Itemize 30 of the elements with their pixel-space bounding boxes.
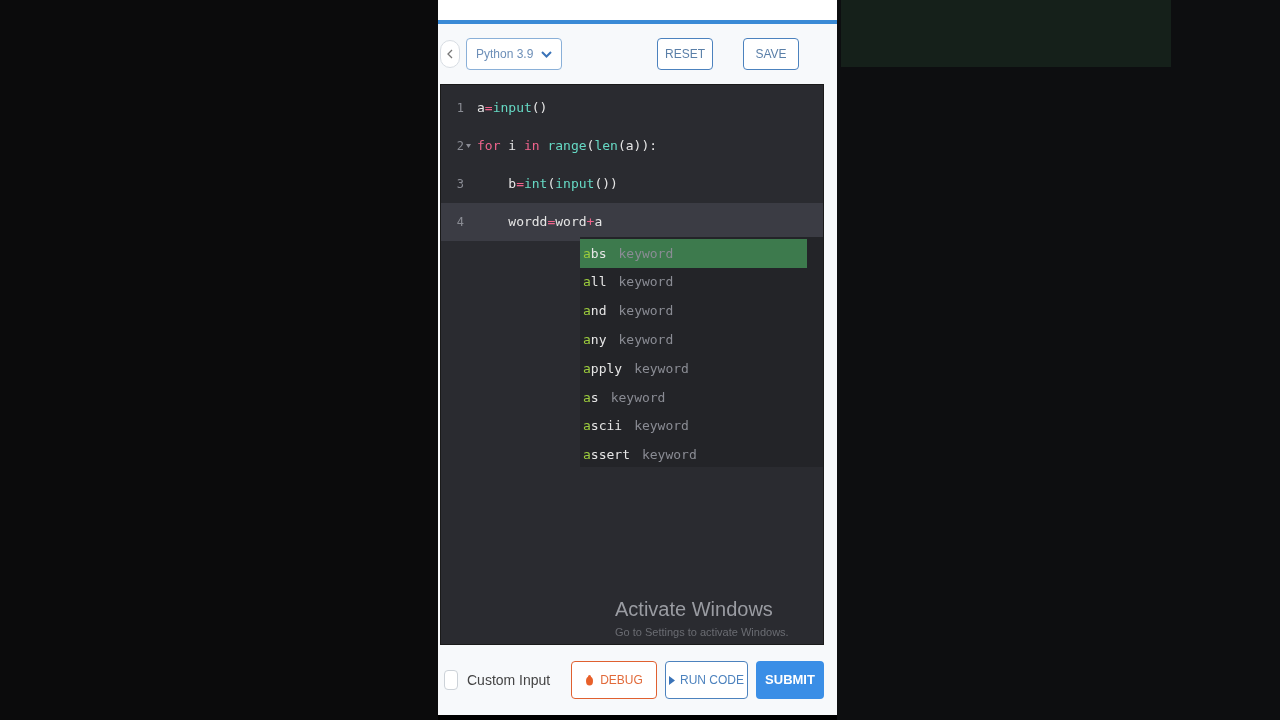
play-icon: [669, 675, 675, 685]
code-text: b=int(input()): [507, 175, 618, 194]
autocomplete-item[interactable]: any keyword: [580, 325, 807, 355]
activation-hint: Go to Settings to activate Windows.: [615, 624, 789, 640]
language-select[interactable]: Python 3.9: [466, 38, 562, 70]
code-text: a=input(): [477, 99, 548, 118]
toolbar-button[interactable]: RESET: [657, 38, 713, 70]
chevron-left-icon: [447, 49, 453, 59]
autocomplete-item[interactable]: as keyword: [580, 383, 807, 412]
line-number: 4: [455, 214, 465, 231]
autocomplete-item[interactable]: apply keyword: [580, 354, 807, 383]
chevron-down-icon: [541, 50, 552, 58]
line-number: 1: [455, 100, 465, 117]
toolbar-button[interactable]: SAVE: [743, 38, 799, 70]
checkbox-label: Custom Input: [467, 670, 551, 690]
code-editor[interactable]: [440, 84, 824, 645]
back-button[interactable]: [440, 40, 460, 68]
autocomplete-item[interactable]: abs keyword: [580, 239, 807, 268]
code-text: wordd=word+a: [507, 213, 603, 232]
autocomplete-item[interactable]: all keyword: [580, 267, 807, 297]
code-text: for i in range(len(a)):: [477, 137, 658, 156]
run-code-button[interactable]: RUN CODE: [665, 661, 748, 699]
autocomplete-item[interactable]: assert keyword: [580, 440, 807, 470]
line-number: 3: [455, 176, 465, 193]
autocomplete-item[interactable]: and keyword: [580, 296, 807, 326]
custom-input-checkbox[interactable]: [444, 670, 458, 690]
fold-icon[interactable]: [466, 144, 471, 148]
line-number: 2: [441, 137, 471, 155]
autocomplete-item[interactable]: ascii keyword: [580, 411, 807, 441]
activation-notice: Activate Windows: [615, 596, 774, 622]
